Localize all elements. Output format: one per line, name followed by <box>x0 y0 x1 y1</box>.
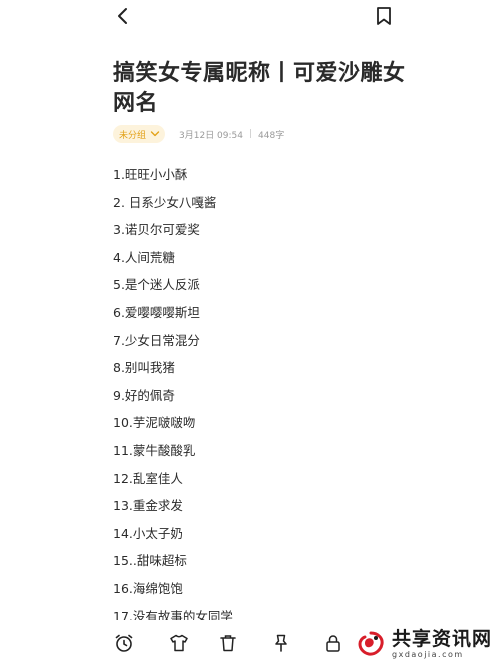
note-meta: 未分组 3月12日 09:54 | 448字 <box>113 124 284 144</box>
list-item: 13.重金求发 <box>113 498 183 514</box>
list-item: 7.少女日常混分 <box>113 332 200 348</box>
watermark-name: 共享资讯网 <box>392 628 493 650</box>
list-item: 4.人间荒糖 <box>113 249 175 265</box>
bookmark-icon[interactable] <box>374 5 394 27</box>
list-item: 10.芋泥啵啵吻 <box>113 415 196 431</box>
list-item: 3.诺贝尔可爱奖 <box>113 222 200 238</box>
watermark-domain: gxdaojia.com <box>392 650 464 659</box>
lock-icon[interactable] <box>322 632 344 654</box>
top-bar <box>0 0 500 34</box>
list-item: 15..甜味超标 <box>113 553 187 569</box>
list-item: 6.爱嘤嘤嘤斯坦 <box>113 304 200 320</box>
note-date: 3月12日 09:54 <box>179 130 243 141</box>
list-item: 16.海绵饱饱 <box>113 580 183 596</box>
list-item: 5.是个迷人反派 <box>113 277 200 293</box>
trash-icon[interactable] <box>217 632 239 654</box>
alarm-clock-icon[interactable] <box>113 632 135 654</box>
list-item: 1.旺旺小小酥 <box>113 167 188 182</box>
list-item: 11.蒙牛酸酸乳 <box>113 442 196 458</box>
meta-separator: | <box>249 129 253 139</box>
nickname-list: 1.旺旺小小酥 2. 日系少女八嘎酱 3.诺贝尔可爱奖 4.人间荒糖 5.是个迷… <box>113 161 433 630</box>
tshirt-icon[interactable] <box>168 632 190 654</box>
list-item: 12.乱室佳人 <box>113 470 183 486</box>
chevron-down-icon <box>150 131 160 137</box>
list-item: 2. 日系少女八嘎酱 <box>113 194 217 210</box>
watermark: 共享资讯网 gxdaojia.com <box>356 624 496 664</box>
pin-icon[interactable] <box>270 632 292 654</box>
note-title: 搞笑女专属昵称丨可爱沙雕女网名 <box>113 61 406 116</box>
category-dropdown[interactable]: 未分组 <box>113 125 166 143</box>
chevron-left-icon[interactable] <box>114 5 134 27</box>
category-label: 未分组 <box>119 130 147 141</box>
list-item: 9.好的佩奇 <box>113 387 175 403</box>
list-item: 8.别叫我猪 <box>113 360 175 376</box>
word-count: 448字 <box>258 130 285 141</box>
site-logo-icon <box>358 631 384 656</box>
list-item: 14.小太子奶 <box>113 525 183 541</box>
